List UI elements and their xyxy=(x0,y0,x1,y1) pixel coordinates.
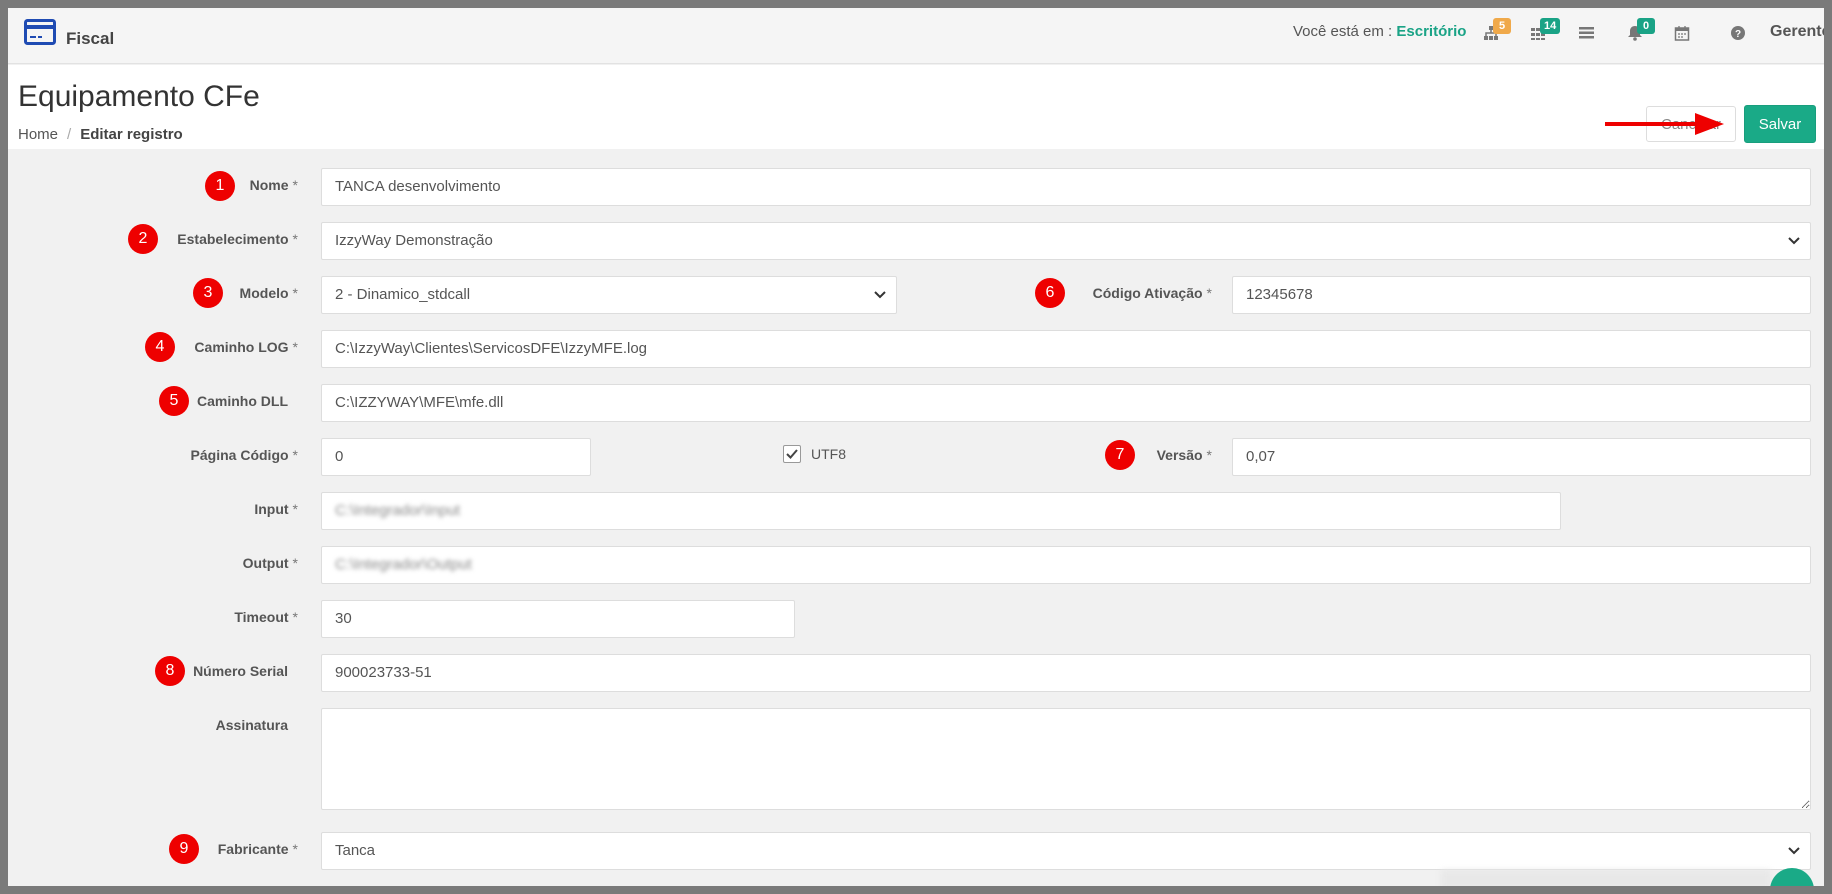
input-label: Input * xyxy=(254,501,298,517)
annotation-marker: 9 xyxy=(169,834,199,864)
save-button[interactable]: Salvar xyxy=(1744,105,1816,143)
nome-input[interactable]: TANCA desenvolvimento xyxy=(321,168,1811,206)
estabelecimento-label: Estabelecimento * xyxy=(177,231,298,247)
output-path-input[interactable]: C:\Integrador\Output xyxy=(321,546,1811,584)
fabricante-select[interactable]: Tanca xyxy=(321,832,1811,870)
location-prefix: Você está em : xyxy=(1293,23,1393,40)
caminho-log-input[interactable]: C:\IzzyWay\Clientes\ServicosDFE\IzzyMFE.… xyxy=(321,330,1811,368)
assinatura-label: Assinatura xyxy=(215,717,288,733)
pagina-codigo-label: Página Código * xyxy=(190,447,298,463)
sitemap-icon[interactable]: 5 xyxy=(1483,18,1511,45)
chevron-down-icon xyxy=(874,291,886,299)
numero-serial-label: Número Serial xyxy=(193,663,288,679)
timeout-input[interactable]: 30 xyxy=(321,600,795,638)
app-window: Fiscal Você está em : Escritório 5 14 0 … xyxy=(8,8,1824,886)
codigo-ativacao-label: Código Ativação * xyxy=(1092,285,1212,301)
user-menu[interactable]: Gerente xyxy=(1770,23,1824,41)
annotation-marker: 2 xyxy=(128,224,158,254)
nome-label: Nome * xyxy=(249,177,298,193)
location-indicator: Você está em : Escritório xyxy=(1293,23,1466,40)
notification-badge: 14 xyxy=(1540,18,1561,34)
chevron-down-icon xyxy=(1788,847,1800,855)
calendar-icon[interactable] xyxy=(1674,25,1694,45)
assinatura-textarea[interactable] xyxy=(321,708,1811,810)
modelo-label: Modelo * xyxy=(239,285,298,301)
caminho-log-label: Caminho LOG * xyxy=(194,339,298,355)
annotation-marker: 5 xyxy=(159,386,189,416)
notification-badge: 5 xyxy=(1493,18,1511,34)
pagina-codigo-input[interactable]: 0 xyxy=(321,438,591,476)
annotation-marker: 8 xyxy=(155,656,185,686)
estabelecimento-select[interactable]: IzzyWay Demonstração xyxy=(321,222,1811,260)
annotation-marker: 4 xyxy=(145,332,175,362)
fabricante-label: Fabricante * xyxy=(217,841,298,857)
versao-label: Versão * xyxy=(1156,447,1212,463)
annotation-marker: 1 xyxy=(205,171,235,201)
annotation-arrow xyxy=(1605,113,1724,135)
location-link[interactable]: Escritório xyxy=(1396,23,1466,40)
caminho-dll-input[interactable]: C:\IZZYWAY\MFE\mfe.dll xyxy=(321,384,1811,422)
chevron-down-icon xyxy=(1788,237,1800,245)
breadcrumb: Home / Editar registro xyxy=(18,126,183,143)
modelo-select[interactable]: 2 - Dinamico_stdcall xyxy=(321,276,897,314)
timeout-label: Timeout * xyxy=(234,609,298,625)
numero-serial-input[interactable]: 900023733-51 xyxy=(321,654,1811,692)
codigo-ativacao-input[interactable]: 12345678 xyxy=(1232,276,1811,314)
svg-text:?: ? xyxy=(1735,29,1741,40)
notification-badge: 0 xyxy=(1637,18,1655,34)
top-navbar: Fiscal Você está em : Escritório 5 14 0 … xyxy=(8,8,1824,64)
annotation-marker: 3 xyxy=(193,278,223,308)
breadcrumb-current: Editar registro xyxy=(80,126,183,143)
caminho-dll-label: Caminho DLL xyxy=(197,393,288,409)
annotation-marker: 7 xyxy=(1105,440,1135,470)
bell-icon[interactable]: 0 xyxy=(1627,18,1655,45)
breadcrumb-home[interactable]: Home xyxy=(18,126,58,143)
checkmark-icon xyxy=(786,449,798,459)
list-icon[interactable] xyxy=(1578,25,1598,45)
help-icon[interactable]: ? xyxy=(1730,25,1750,45)
blurred-toast xyxy=(1441,870,1771,886)
input-path-input[interactable]: C:\Integrador\Input xyxy=(321,492,1561,530)
app-name: Fiscal xyxy=(66,29,115,48)
versao-input[interactable]: 0,07 xyxy=(1232,438,1811,476)
card-icon[interactable] xyxy=(24,19,56,50)
page-title: Equipamento CFe xyxy=(18,80,260,113)
page-header: Equipamento CFe Home / Editar registro Can… xyxy=(8,65,1824,149)
grid-icon[interactable]: 14 xyxy=(1530,18,1561,45)
annotation-marker: 6 xyxy=(1035,278,1065,308)
utf8-checkbox[interactable] xyxy=(783,445,801,463)
chat-fab-button[interactable] xyxy=(1770,868,1814,886)
output-label: Output * xyxy=(242,555,298,571)
utf8-label: UTF8 xyxy=(811,446,846,462)
